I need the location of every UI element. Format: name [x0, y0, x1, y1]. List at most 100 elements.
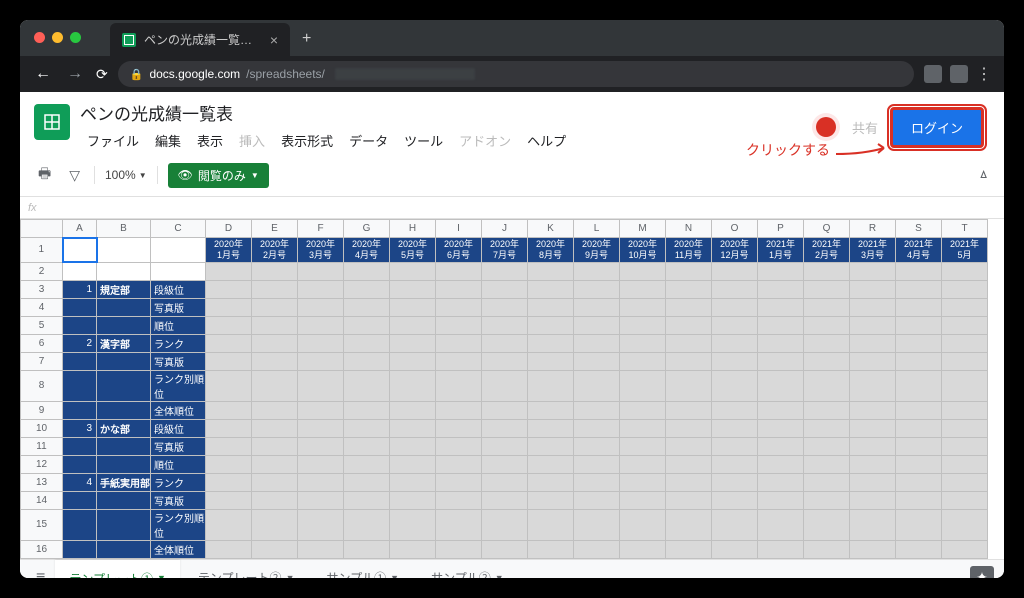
column-header[interactable]: L — [574, 220, 620, 238]
cell[interactable] — [666, 437, 712, 455]
cell[interactable] — [206, 473, 252, 491]
cell[interactable] — [712, 558, 758, 559]
extension-icon[interactable] — [950, 65, 968, 83]
cell[interactable] — [804, 352, 850, 370]
minimize-window[interactable] — [52, 32, 63, 43]
category-number[interactable]: 1 — [63, 280, 97, 298]
month-header-cell[interactable]: 2021年3月号 — [850, 238, 896, 263]
cell[interactable] — [97, 509, 151, 540]
sub-category[interactable]: 全体順位 — [151, 540, 206, 558]
cell[interactable] — [252, 401, 298, 419]
cell[interactable] — [344, 437, 390, 455]
cell[interactable] — [942, 419, 988, 437]
row-header[interactable]: 4 — [21, 298, 63, 316]
row-header[interactable]: 8 — [21, 370, 63, 401]
cell[interactable] — [390, 509, 436, 540]
cell[interactable] — [942, 352, 988, 370]
cell[interactable] — [344, 352, 390, 370]
cell[interactable] — [390, 316, 436, 334]
month-header-cell[interactable]: 2020年3月号 — [298, 238, 344, 263]
cell[interactable] — [528, 509, 574, 540]
cell[interactable] — [758, 280, 804, 298]
month-header-cell[interactable]: 2020年2月号 — [252, 238, 298, 263]
month-header-cell[interactable]: 2020年11月号 — [666, 238, 712, 263]
cell[interactable] — [63, 509, 97, 540]
cell[interactable] — [804, 280, 850, 298]
cell[interactable] — [97, 298, 151, 316]
cell[interactable] — [758, 455, 804, 473]
cell[interactable] — [344, 401, 390, 419]
cell[interactable] — [850, 419, 896, 437]
cell[interactable] — [758, 437, 804, 455]
cell[interactable] — [252, 473, 298, 491]
cell[interactable] — [758, 491, 804, 509]
cell[interactable] — [896, 280, 942, 298]
cell[interactable] — [436, 455, 482, 473]
cell[interactable] — [252, 262, 298, 280]
cell[interactable] — [620, 419, 666, 437]
cell[interactable] — [528, 558, 574, 559]
cell[interactable] — [390, 352, 436, 370]
login-button[interactable]: ログイン — [890, 107, 984, 148]
cell[interactable] — [298, 352, 344, 370]
cell[interactable] — [390, 455, 436, 473]
cell[interactable] — [436, 298, 482, 316]
cell[interactable] — [620, 352, 666, 370]
cell[interactable] — [896, 334, 942, 352]
cell[interactable] — [528, 419, 574, 437]
cell[interactable] — [666, 491, 712, 509]
explore-button[interactable]: ✦ — [970, 566, 994, 579]
cell[interactable] — [436, 370, 482, 401]
cell[interactable] — [666, 370, 712, 401]
row-header[interactable]: 7 — [21, 352, 63, 370]
cell[interactable] — [896, 419, 942, 437]
cell[interactable] — [758, 262, 804, 280]
sub-category[interactable]: 順位 — [151, 455, 206, 473]
cell[interactable] — [390, 298, 436, 316]
cell[interactable] — [712, 280, 758, 298]
cell[interactable] — [344, 509, 390, 540]
column-header[interactable]: Q — [804, 220, 850, 238]
cell[interactable] — [206, 280, 252, 298]
sub-category[interactable]: 写真版 — [151, 437, 206, 455]
column-header[interactable]: H — [390, 220, 436, 238]
sub-category[interactable]: ランク別順位 — [151, 370, 206, 401]
row-header[interactable]: 2 — [21, 262, 63, 280]
maximize-window[interactable] — [70, 32, 81, 43]
cell[interactable] — [252, 352, 298, 370]
cell[interactable] — [206, 419, 252, 437]
cell[interactable] — [482, 334, 528, 352]
cell[interactable] — [344, 262, 390, 280]
cell[interactable] — [712, 370, 758, 401]
cell[interactable] — [97, 370, 151, 401]
cell[interactable] — [896, 401, 942, 419]
cell[interactable] — [850, 370, 896, 401]
row-header[interactable]: 1 — [21, 238, 63, 263]
cell[interactable] — [252, 558, 298, 559]
cell[interactable] — [712, 473, 758, 491]
cell[interactable] — [620, 455, 666, 473]
cell[interactable] — [298, 316, 344, 334]
month-header-cell[interactable]: 2021年1月号 — [758, 238, 804, 263]
cell[interactable] — [804, 298, 850, 316]
cell[interactable] — [482, 298, 528, 316]
cell[interactable] — [574, 473, 620, 491]
cell[interactable] — [620, 437, 666, 455]
cell[interactable] — [942, 455, 988, 473]
cell[interactable] — [758, 316, 804, 334]
cell[interactable] — [298, 558, 344, 559]
cell[interactable] — [252, 455, 298, 473]
category-number[interactable]: 3 — [63, 419, 97, 437]
column-header[interactable]: B — [97, 220, 151, 238]
cell[interactable] — [436, 316, 482, 334]
cell[interactable] — [574, 401, 620, 419]
column-header[interactable]: K — [528, 220, 574, 238]
cell[interactable] — [712, 419, 758, 437]
cell[interactable] — [942, 473, 988, 491]
cell[interactable] — [482, 558, 528, 559]
cell[interactable] — [574, 370, 620, 401]
cell[interactable] — [712, 298, 758, 316]
cell[interactable] — [574, 352, 620, 370]
cell[interactable] — [850, 262, 896, 280]
cell[interactable] — [482, 316, 528, 334]
